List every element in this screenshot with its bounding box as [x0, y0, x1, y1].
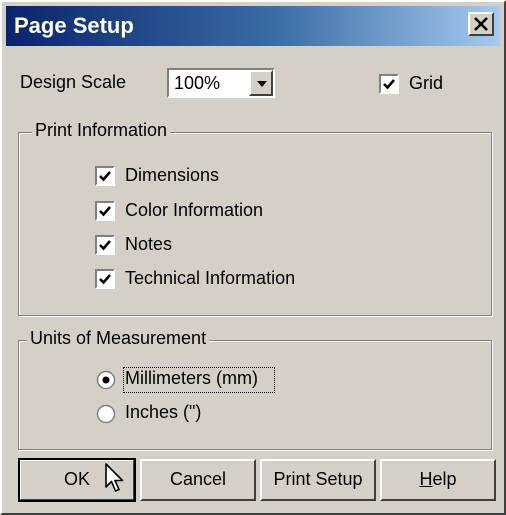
- title-bar: Page Setup: [6, 6, 500, 46]
- help-button[interactable]: Help: [380, 459, 496, 501]
- mouse-pointer-icon: [105, 463, 127, 500]
- units-of-measurement-title: Units of Measurement: [27, 328, 210, 349]
- radio-icon: [96, 370, 116, 394]
- grid-checkbox[interactable]: [379, 74, 399, 94]
- cancel-button[interactable]: Cancel: [140, 459, 256, 501]
- cancel-button-label: Cancel: [169, 469, 227, 489]
- radio-icon: [96, 404, 116, 428]
- millimeters-radio[interactable]: [96, 370, 116, 390]
- help-button-label: Help: [419, 469, 456, 489]
- ok-button-label: OK: [63, 469, 90, 489]
- help-accelerator: H: [419, 469, 433, 489]
- page-setup-dialog: Page Setup Design Scale 100% Grid Print …: [0, 0, 506, 515]
- close-button[interactable]: [468, 12, 494, 36]
- notes-checkbox[interactable]: [95, 235, 115, 255]
- window-title: Page Setup: [14, 13, 134, 38]
- units-of-measurement-group: [18, 340, 492, 450]
- technical-information-label[interactable]: Technical Information: [125, 268, 295, 289]
- print-setup-button[interactable]: Print Setup: [260, 459, 376, 501]
- notes-label[interactable]: Notes: [125, 234, 172, 255]
- design-scale-label: Design Scale: [20, 72, 127, 92]
- design-scale-combobox[interactable]: 100%: [167, 68, 275, 98]
- color-information-label[interactable]: Color Information: [125, 200, 263, 221]
- technical-information-checkbox[interactable]: [95, 269, 115, 289]
- print-setup-button-label: Print Setup: [273, 469, 363, 489]
- print-information-title: Print Information: [32, 120, 171, 141]
- design-scale-dropdown-button[interactable]: [249, 70, 273, 96]
- dimensions-checkbox[interactable]: [95, 166, 115, 186]
- inches-radio[interactable]: [96, 404, 116, 424]
- millimeters-label[interactable]: Millimeters (mm): [125, 368, 258, 389]
- color-information-checkbox[interactable]: [95, 201, 115, 221]
- inches-label[interactable]: Inches ("): [125, 402, 201, 423]
- design-scale-value: 100%: [174, 73, 221, 93]
- dimensions-label[interactable]: Dimensions: [125, 165, 219, 186]
- grid-label[interactable]: Grid: [409, 73, 443, 94]
- help-label-rest: elp: [432, 469, 457, 489]
